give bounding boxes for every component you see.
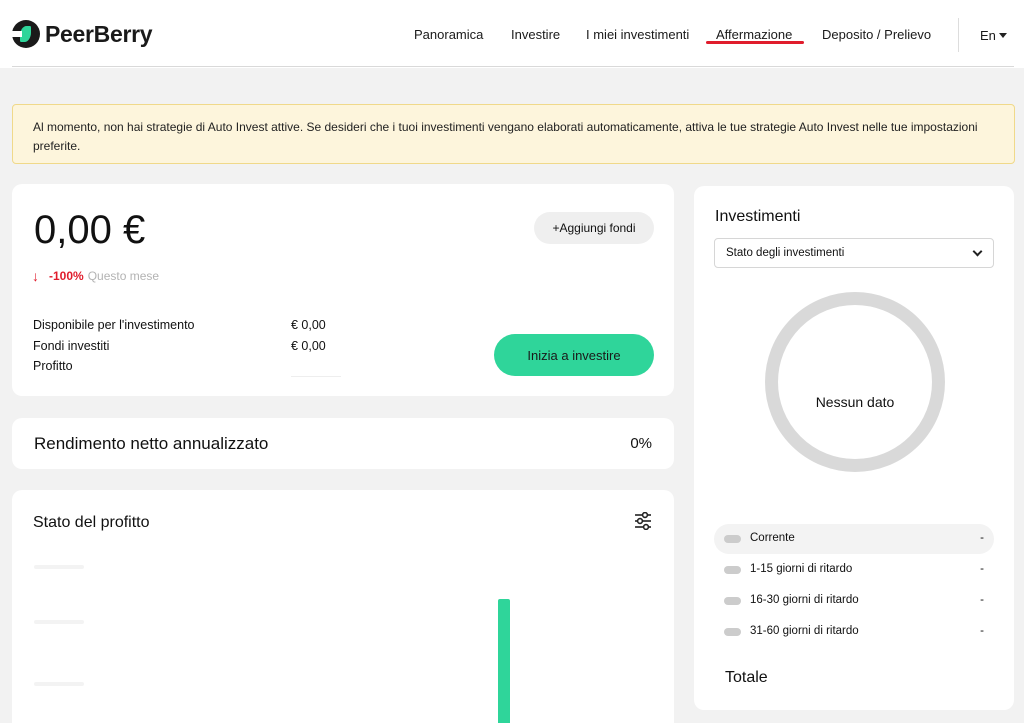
- legend-item-corrente[interactable]: Corrente -: [714, 524, 994, 554]
- caret-down-icon[interactable]: [999, 33, 1007, 38]
- start-investing-button[interactable]: Inizia a investire: [494, 334, 654, 376]
- legend-swatch: [724, 566, 741, 574]
- nav-item-investire[interactable]: Investire: [511, 27, 560, 42]
- auto-invest-notice: Al momento, non hai strategie di Auto In…: [12, 104, 1015, 164]
- nav-item-affermazione[interactable]: Affermazione: [716, 27, 792, 42]
- change-percent: -100%: [49, 269, 84, 283]
- brand-logo[interactable]: PeerBerry: [12, 20, 153, 48]
- account-summary-card: 0,00 € +Aggiungi fondi ↓ -100% Questo me…: [12, 184, 674, 396]
- available-label: Disponibile per l'investimento: [33, 318, 195, 332]
- legend-label: 31-60 giorni di ritardo: [750, 625, 859, 637]
- legend-value: -: [980, 563, 984, 575]
- yield-label: Rendimento netto annualizzato: [34, 434, 269, 453]
- language-selector[interactable]: En: [980, 28, 996, 43]
- monthly-change: ↓ -100% Questo mese: [32, 268, 159, 284]
- investment-status-select[interactable]: Stato degli investimenti: [714, 238, 994, 268]
- nav-item-deposito-prelievo[interactable]: Deposito / Prelievo: [822, 27, 931, 42]
- profit-label: Profitto: [33, 359, 73, 373]
- peerberry-logo-icon: [12, 20, 40, 48]
- chart-gridline-label: [34, 682, 84, 686]
- legend-item-31-60[interactable]: 31-60 giorni di ritardo -: [714, 617, 994, 647]
- legend-swatch: [724, 597, 741, 605]
- legend-value: -: [980, 625, 984, 637]
- donut-chart: [765, 292, 945, 472]
- profit-status-title: Stato del profitto: [33, 514, 150, 531]
- invested-value: € 0,00: [291, 339, 326, 353]
- chart-gridline-label: [34, 620, 84, 624]
- investments-card: Investimenti Stato degli investimenti Ne…: [694, 186, 1014, 710]
- annualized-yield-card: Rendimento netto annualizzato 0%: [12, 418, 674, 469]
- chart-gridline-label: [34, 565, 84, 569]
- investments-title: Investimenti: [715, 208, 801, 225]
- legend-item-1-15[interactable]: 1-15 giorni di ritardo -: [714, 555, 994, 585]
- yield-value: 0%: [630, 435, 652, 452]
- brand-name: PeerBerry: [45, 20, 153, 47]
- profit-chart-bar: [498, 599, 510, 723]
- nav-active-underline: [706, 41, 804, 44]
- top-navigation-bar: PeerBerry Panoramica Investire I miei in…: [0, 0, 1024, 68]
- legend-label: 16-30 giorni di ritardo: [750, 594, 859, 606]
- nav-item-miei-investimenti[interactable]: I miei investimenti: [586, 27, 689, 42]
- nav-highlight-mark: [392, 40, 492, 47]
- total-label: Totale: [725, 669, 768, 686]
- account-balance: 0,00 €: [34, 208, 146, 252]
- nav-divider: [958, 18, 959, 52]
- filter-settings-icon[interactable]: [634, 512, 652, 530]
- available-value: € 0,00: [291, 318, 326, 332]
- legend-value: -: [980, 594, 984, 606]
- legend-swatch: [724, 535, 741, 543]
- chevron-down-icon: [972, 246, 983, 257]
- legend-label: Corrente: [750, 532, 795, 544]
- arrow-down-icon: ↓: [32, 268, 39, 284]
- change-period: Questo mese: [87, 269, 160, 283]
- legend-label: 1-15 giorni di ritardo: [750, 563, 853, 575]
- legend-value: -: [980, 532, 984, 544]
- no-data-label: Nessun dato: [815, 394, 895, 410]
- add-funds-button[interactable]: +Aggiungi fondi: [534, 212, 654, 244]
- legend-item-16-30[interactable]: 16-30 giorni di ritardo -: [714, 586, 994, 616]
- profit-value-placeholder: [291, 376, 341, 377]
- profit-status-card: Stato del profitto: [12, 490, 674, 723]
- select-value: Stato degli investimenti: [726, 247, 845, 259]
- header-divider: [12, 66, 1014, 67]
- invested-label: Fondi investiti: [33, 339, 110, 353]
- legend-swatch: [724, 628, 741, 636]
